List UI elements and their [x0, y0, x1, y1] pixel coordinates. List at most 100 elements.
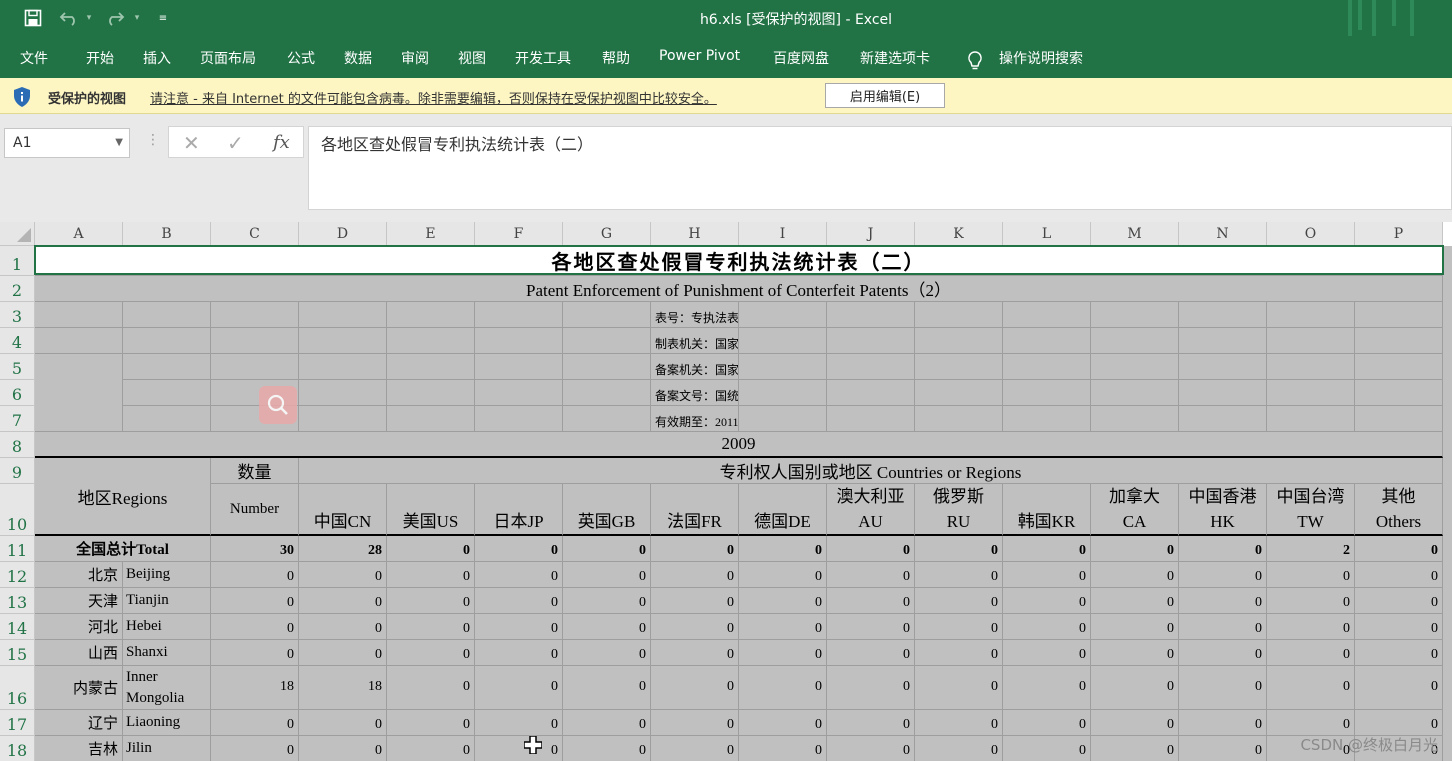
total-value[interactable]: 0 — [651, 536, 739, 562]
row-header-17[interactable]: 17 — [0, 710, 35, 736]
region-name-cn[interactable]: 辽宁 — [35, 710, 123, 736]
data-value[interactable]: 0 — [915, 614, 1003, 640]
enable-editing-button[interactable]: 启用编辑(E) — [825, 83, 945, 108]
empty-cell[interactable] — [563, 380, 651, 406]
info-line[interactable]: 有效期至：2011年12月 — [651, 406, 739, 432]
header-country[interactable]: 韩国KR — [1003, 484, 1091, 536]
region-name-en[interactable]: Tianjin — [123, 588, 211, 614]
data-value[interactable]: 0 — [299, 640, 387, 666]
cancel-icon[interactable]: ✕ — [183, 131, 200, 155]
data-value[interactable]: 0 — [1267, 562, 1355, 588]
data-value[interactable]: 0 — [1267, 614, 1355, 640]
cell-grid[interactable]: 各地区查处假冒专利执法统计表（二） Patent Enforcement of P… — [35, 246, 1452, 761]
empty-cell[interactable] — [123, 354, 211, 380]
total-value[interactable]: 0 — [1179, 536, 1267, 562]
data-value[interactable]: 0 — [1003, 614, 1091, 640]
region-name-cn[interactable]: 天津 — [35, 588, 123, 614]
header-country[interactable]: 加拿大 CA — [1091, 484, 1179, 536]
chevron-down-icon[interactable]: ▼ — [115, 137, 123, 148]
data-value[interactable]: 0 — [651, 614, 739, 640]
empty-cell[interactable] — [299, 328, 387, 354]
empty-cell[interactable] — [1267, 354, 1355, 380]
empty-cell[interactable] — [123, 406, 211, 432]
data-value[interactable]: 0 — [915, 666, 1003, 710]
header-country[interactable]: 德国DE — [739, 484, 827, 536]
header-country[interactable]: 英国GB — [563, 484, 651, 536]
data-value[interactable]: 0 — [651, 736, 739, 761]
header-country[interactable]: 中国CN — [299, 484, 387, 536]
data-value[interactable]: 0 — [739, 666, 827, 710]
data-value[interactable]: 0 — [827, 736, 915, 761]
data-value[interactable]: 0 — [651, 666, 739, 710]
data-value[interactable]: 0 — [563, 640, 651, 666]
empty-cell[interactable] — [387, 354, 475, 380]
insert-function-icon[interactable]: fx — [273, 132, 290, 153]
data-value[interactable]: 0 — [563, 710, 651, 736]
data-value[interactable]: 0 — [827, 588, 915, 614]
empty-cell[interactable] — [1003, 406, 1091, 432]
data-value[interactable]: 0 — [1003, 666, 1091, 710]
region-name-en[interactable]: Shanxi — [123, 640, 211, 666]
total-value[interactable]: 30 — [211, 536, 299, 562]
data-value[interactable]: 0 — [651, 710, 739, 736]
data-value[interactable]: 0 — [387, 710, 475, 736]
data-value[interactable]: 0 — [299, 710, 387, 736]
empty-cell[interactable] — [915, 302, 1003, 328]
row-header-1[interactable]: 1 — [0, 246, 35, 276]
data-value[interactable]: 0 — [1003, 562, 1091, 588]
total-label[interactable]: 全国总计Total — [35, 536, 211, 562]
region-name-cn[interactable]: 吉林 — [35, 736, 123, 761]
tab-page-layout[interactable]: 页面布局 — [200, 48, 256, 68]
floating-search-icon[interactable] — [259, 386, 297, 424]
data-value[interactable]: 0 — [1355, 614, 1443, 640]
data-value[interactable]: 0 — [1355, 710, 1443, 736]
row-header-3[interactable]: 3 — [0, 302, 35, 328]
sheet-title-en[interactable]: Patent Enforcement of Punishment of Cont… — [35, 276, 1443, 302]
row-header-2[interactable]: 2 — [0, 276, 35, 302]
region-name-en[interactable]: Hebei — [123, 614, 211, 640]
region-name-en[interactable]: Inner Mongolia — [123, 666, 211, 710]
total-value[interactable]: 0 — [387, 536, 475, 562]
empty-cell[interactable] — [827, 406, 915, 432]
empty-cell[interactable] — [915, 406, 1003, 432]
data-value[interactable]: 0 — [563, 614, 651, 640]
empty-cell[interactable] — [299, 354, 387, 380]
data-value[interactable]: 0 — [475, 562, 563, 588]
empty-cell[interactable] — [915, 354, 1003, 380]
data-value[interactable]: 0 — [827, 640, 915, 666]
empty-cell[interactable] — [827, 328, 915, 354]
total-value[interactable]: 0 — [1355, 536, 1443, 562]
data-value[interactable]: 18 — [211, 666, 299, 710]
data-value[interactable]: 0 — [1091, 562, 1179, 588]
data-value[interactable]: 0 — [739, 640, 827, 666]
column-header-n[interactable]: N — [1179, 222, 1267, 246]
empty-cell[interactable] — [827, 302, 915, 328]
header-countries[interactable]: 专利权人国别或地区 Countries or Regions — [299, 458, 1443, 484]
data-value[interactable]: 0 — [1179, 640, 1267, 666]
region-name-en[interactable]: Jilin — [123, 736, 211, 761]
data-value[interactable]: 0 — [1179, 736, 1267, 761]
info-line[interactable]: 备案文号：国统办函字〔2008〕16 号 — [651, 380, 739, 406]
header-number-cn[interactable]: 数量 — [211, 458, 299, 484]
empty-cell[interactable] — [1091, 328, 1179, 354]
row-header-10[interactable]: 10 — [0, 484, 35, 536]
data-value[interactable]: 0 — [1091, 640, 1179, 666]
tab-developer[interactable]: 开发工具 — [515, 48, 571, 68]
data-value[interactable]: 0 — [1355, 562, 1443, 588]
empty-cell[interactable] — [1091, 354, 1179, 380]
data-value[interactable]: 0 — [1179, 666, 1267, 710]
header-country[interactable]: 澳大利亚 AU — [827, 484, 915, 536]
column-header-d[interactable]: D — [299, 222, 387, 246]
row-header-9[interactable]: 9 — [0, 458, 35, 484]
data-value[interactable]: 0 — [1355, 640, 1443, 666]
row-header-18[interactable]: 18 — [0, 736, 35, 761]
empty-cell[interactable] — [299, 302, 387, 328]
data-value[interactable]: 0 — [1355, 666, 1443, 710]
region-name-cn[interactable]: 河北 — [35, 614, 123, 640]
column-header-a[interactable]: A — [35, 222, 123, 246]
data-value[interactable]: 0 — [475, 588, 563, 614]
tab-view[interactable]: 视图 — [458, 48, 486, 68]
empty-cell[interactable] — [475, 354, 563, 380]
data-value[interactable]: 0 — [1179, 614, 1267, 640]
data-value[interactable]: 0 — [299, 562, 387, 588]
